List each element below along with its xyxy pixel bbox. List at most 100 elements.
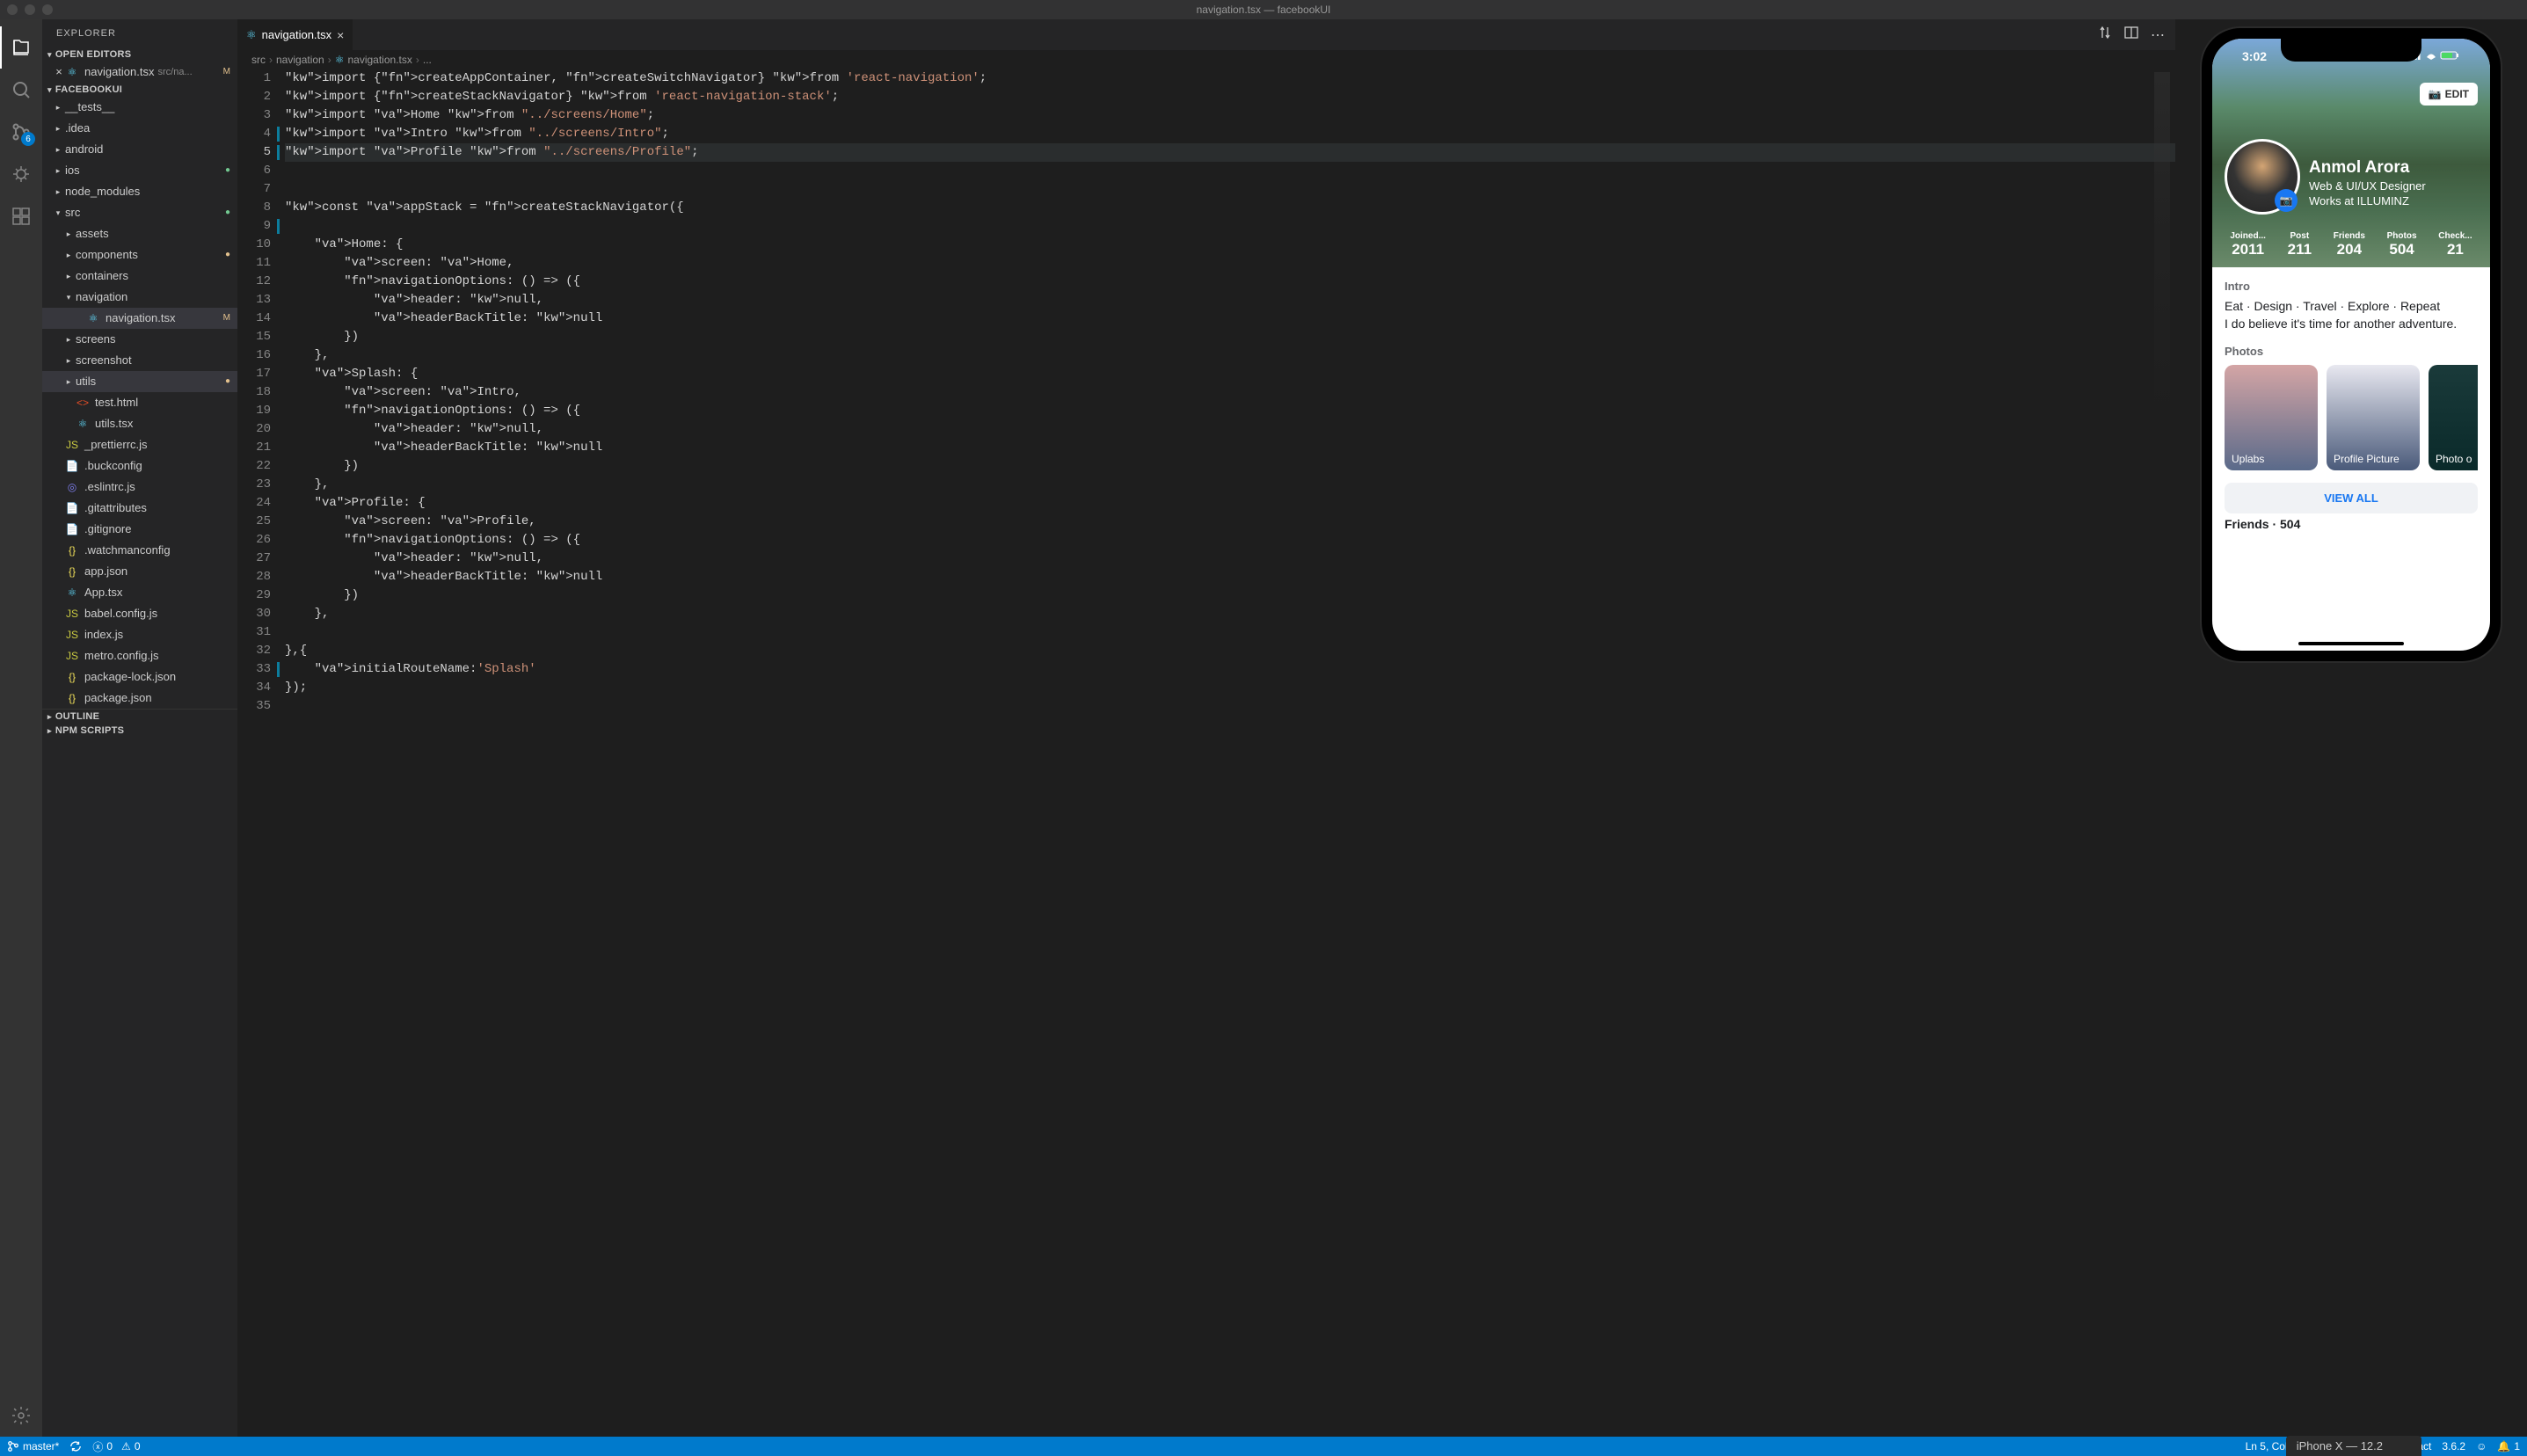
tree-item-test-html[interactable]: <>test.html [42,392,237,413]
minimize-window[interactable] [25,4,35,15]
stat-post[interactable]: Post211 [2288,231,2312,258]
tree-item--buckconfig[interactable]: 📄.buckconfig [42,455,237,477]
react-icon: ⚛ [335,54,345,66]
chevron-down-icon: ▾ [47,85,52,95]
tree-item--idea[interactable]: ▸.idea [42,118,237,139]
tree-item-metro-config-js[interactable]: JSmetro.config.js [42,645,237,666]
maximize-window[interactable] [42,4,53,15]
tree-item-node-modules[interactable]: ▸node_modules [42,181,237,202]
photo-card[interactable]: Photo o [2429,365,2478,470]
tree-item---tests--[interactable]: ▸__tests__ [42,97,237,118]
tree-item-app-tsx[interactable]: ⚛App.tsx [42,582,237,603]
profile-info: Anmol Arora Web & UI/UX Designer Works a… [2309,158,2426,207]
open-editors-header[interactable]: ▾ OPEN EDITORS [42,47,237,62]
react-icon: ⚛ [65,62,79,82]
titlebar: navigation.tsx — facebookUI [0,0,2527,19]
tree-item-android[interactable]: ▸android [42,139,237,160]
photo-card[interactable]: Uplabs [2225,365,2318,470]
tree-item-containers[interactable]: ▸containers [42,266,237,287]
simulator-label[interactable]: iPhone X — 12.2 [2286,1436,2421,1456]
extensions-icon[interactable] [0,195,42,237]
file-tree: ▸__tests__▸.idea▸android▸ios●▸node_modul… [42,97,237,709]
project-header[interactable]: ▾ FACEBOOKUI [42,83,237,97]
cover-photo: 3:02 📷 EDIT 📷 A [2212,39,2490,267]
outline-header[interactable]: ▸ OUTLINE [42,709,237,724]
view-all-button[interactable]: VIEW ALL [2225,483,2478,513]
avatar[interactable]: 📷 [2225,139,2300,215]
home-indicator[interactable] [2298,642,2404,645]
chevron-icon: ▸ [53,119,63,138]
tree-item-assets[interactable]: ▸assets [42,223,237,244]
tree-item--eslintrc-js[interactable]: ◎.eslintrc.js [42,477,237,498]
split-editor-icon[interactable] [2124,25,2138,44]
tree-item-index-js[interactable]: JSindex.js [42,624,237,645]
tree-item-utils[interactable]: ▸utils● [42,371,237,392]
stat-photos[interactable]: Photos504 [2387,231,2417,258]
tab-navigation[interactable]: ⚛ navigation.tsx × [237,19,353,50]
tree-item-navigation-tsx[interactable]: ⚛navigation.tsxM [42,308,237,329]
chevron-icon: ▸ [63,224,74,244]
chevron-icon: ▾ [63,288,74,307]
close-window[interactable] [7,4,18,15]
window-controls [7,4,53,15]
settings-gear-icon[interactable] [0,1394,42,1437]
tree-item-navigation[interactable]: ▾navigation [42,287,237,308]
open-editor-item[interactable]: × ⚛ navigation.tsx src/na... M [42,62,237,83]
tree-item--gitignore[interactable]: 📄.gitignore [42,519,237,540]
preview-pane: 3:02 📷 EDIT 📷 A [2175,19,2527,1437]
tree-item-package-lock-json[interactable]: {}package-lock.json [42,666,237,688]
chevron-down-icon: ▾ [47,50,52,60]
avatar-camera-icon[interactable]: 📷 [2275,189,2298,212]
more-icon[interactable]: ⋯ [2151,26,2165,44]
code-editor[interactable]: 1234567891011121314151617181920212223242… [237,69,2175,1437]
react-icon: ⚛ [246,28,257,42]
tree-item-utils-tsx[interactable]: ⚛utils.tsx [42,413,237,434]
tree-item--gitattributes[interactable]: 📄.gitattributes [42,498,237,519]
chevron-icon: ▾ [53,203,63,222]
photos-panel: Photos UplabsProfile PicturePhoto o VIEW… [2212,345,2490,543]
chevron-icon: ▸ [63,330,74,349]
tree-item--prettierrc-js[interactable]: JS_prettierrc.js [42,434,237,455]
tree-item-app-json[interactable]: {}app.json [42,561,237,582]
scm-badge: 6 [21,132,35,146]
scm-icon[interactable]: 6 [0,111,42,153]
notifications[interactable]: 🔔1 [2497,1440,2520,1452]
tree-item-src[interactable]: ▾src● [42,202,237,223]
tree-item-babel-config-js[interactable]: JSbabel.config.js [42,603,237,624]
tree-item--watchmanconfig[interactable]: {}.watchmanconfig [42,540,237,561]
code-body[interactable]: "kw">import {"fn">createAppContainer, "f… [285,69,2175,1437]
chevron-icon: ▸ [63,351,74,370]
sidebar-title: EXPLORER [42,19,237,47]
chevron-icon: ▸ [53,182,63,201]
chevron-icon: ▸ [63,245,74,265]
compare-icon[interactable] [2098,25,2112,44]
photo-card[interactable]: Profile Picture [2327,365,2420,470]
feedback-icon[interactable]: ☺ [2476,1440,2487,1452]
phone-frame: 3:02 📷 EDIT 📷 A [2202,28,2501,661]
close-tab-icon[interactable]: × [337,28,344,42]
explorer-icon[interactable] [0,26,42,69]
git-branch[interactable]: master* [7,1440,59,1452]
tree-item-screens[interactable]: ▸screens [42,329,237,350]
ts-version[interactable]: 3.6.2 [2442,1440,2465,1452]
search-icon[interactable] [0,69,42,111]
debug-icon[interactable] [0,153,42,195]
notch [2281,39,2421,62]
close-icon[interactable]: × [53,62,65,82]
tree-item-ios[interactable]: ▸ios● [42,160,237,181]
edit-button[interactable]: 📷 EDIT [2420,83,2478,106]
tree-item-screenshot[interactable]: ▸screenshot [42,350,237,371]
minimap[interactable] [2154,72,2170,424]
stat-friends[interactable]: Friends204 [2334,231,2365,258]
chevron-icon: ▸ [63,372,74,391]
chevron-icon: ▸ [53,161,63,180]
tabs: ⚛ navigation.tsx × ⋯ [237,19,2175,50]
problems[interactable]: ⓧ0 ⚠0 [92,1439,140,1454]
breadcrumb[interactable]: src› navigation› ⚛ navigation.tsx› ... [237,50,2175,69]
stat-joined[interactable]: Joined...2011 [2230,231,2266,258]
npm-scripts-header[interactable]: ▸ NPM SCRIPTS [42,724,237,738]
sync-icon[interactable] [69,1440,82,1452]
tree-item-package-json[interactable]: {}package.json [42,688,237,709]
tree-item-components[interactable]: ▸components● [42,244,237,266]
stat-check[interactable]: Check...21 [2438,231,2472,258]
